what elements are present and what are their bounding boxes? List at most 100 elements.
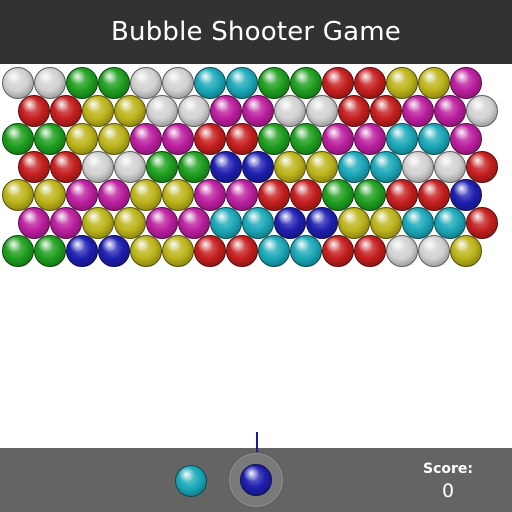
bubble-yellow xyxy=(162,235,194,267)
bubble-green xyxy=(146,151,178,183)
bubble-yellow xyxy=(450,235,482,267)
bubble-red xyxy=(290,179,322,211)
bubble-red xyxy=(322,67,354,99)
bubble-yellow xyxy=(338,207,370,239)
bubble-magenta xyxy=(194,179,226,211)
bubble-cyan xyxy=(210,207,242,239)
bubble-white xyxy=(418,235,450,267)
bubble-magenta xyxy=(98,179,130,211)
bubble-yellow xyxy=(82,95,114,127)
bubble-red xyxy=(194,123,226,155)
bubble-red xyxy=(370,95,402,127)
score-value: 0 xyxy=(441,480,455,502)
bubble-magenta xyxy=(210,95,242,127)
bubble-white xyxy=(34,67,66,99)
bubble-cyan xyxy=(386,123,418,155)
bubble-red xyxy=(354,235,386,267)
bubble-magenta xyxy=(354,123,386,155)
bubble-white xyxy=(402,151,434,183)
bubble-red xyxy=(226,123,258,155)
title-bar: Bubble Shooter Game xyxy=(0,0,512,64)
bubble-magenta xyxy=(130,123,162,155)
bubble-magenta xyxy=(146,207,178,239)
bubble-red xyxy=(226,235,258,267)
bubble-red xyxy=(354,67,386,99)
bubble-magenta xyxy=(66,179,98,211)
bubble-green xyxy=(178,151,210,183)
bubble-green xyxy=(34,235,66,267)
bubble-yellow xyxy=(66,123,98,155)
bubble-cyan xyxy=(338,151,370,183)
bubble-red xyxy=(418,179,450,211)
bubble-white xyxy=(434,151,466,183)
bubble-red xyxy=(322,235,354,267)
bubble-white xyxy=(130,67,162,99)
bubble-green xyxy=(258,67,290,99)
bubble-cyan xyxy=(194,67,226,99)
bubble-blue xyxy=(210,151,242,183)
bubble-yellow xyxy=(98,123,130,155)
bubble-red xyxy=(386,179,418,211)
bubble-yellow xyxy=(418,67,450,99)
bubble-yellow xyxy=(114,207,146,239)
bubble-green xyxy=(34,123,66,155)
bubble-yellow xyxy=(34,179,66,211)
bubble-yellow xyxy=(370,207,402,239)
bubble-magenta xyxy=(242,95,274,127)
bubble-red xyxy=(50,95,82,127)
bubble-cyan xyxy=(258,235,290,267)
game-title: Bubble Shooter Game xyxy=(111,17,401,47)
bubble-yellow xyxy=(114,95,146,127)
bubble-magenta xyxy=(434,95,466,127)
bubble-green xyxy=(2,235,34,267)
bubble-blue xyxy=(242,151,274,183)
bubble-red xyxy=(466,151,498,183)
bubble-white xyxy=(162,67,194,99)
bubble-yellow xyxy=(306,151,338,183)
bubble-red xyxy=(466,207,498,239)
bubble-cyan xyxy=(242,207,274,239)
bubble-yellow xyxy=(82,207,114,239)
bubble-green xyxy=(322,179,354,211)
bubble-green xyxy=(66,67,98,99)
bubble-green xyxy=(354,179,386,211)
bubble-white xyxy=(306,95,338,127)
bubble-yellow xyxy=(130,179,162,211)
bubble-cyan xyxy=(402,207,434,239)
bubble-white xyxy=(386,235,418,267)
bubble-cyan xyxy=(290,235,322,267)
next-bubble[interactable] xyxy=(175,465,207,497)
current-bubble[interactable] xyxy=(240,464,272,496)
bubble-magenta xyxy=(450,67,482,99)
bubble-white xyxy=(146,95,178,127)
bubble-blue xyxy=(98,235,130,267)
bubble-green xyxy=(290,67,322,99)
bubble-magenta xyxy=(226,179,258,211)
bubble-cyan xyxy=(370,151,402,183)
score-label: Score: xyxy=(423,461,473,477)
bubble-magenta xyxy=(18,207,50,239)
bubble-blue xyxy=(306,207,338,239)
bubble-red xyxy=(18,95,50,127)
bubble-yellow xyxy=(2,179,34,211)
bubble-green xyxy=(258,123,290,155)
bubble-green xyxy=(290,123,322,155)
bubble-green xyxy=(98,67,130,99)
bubble-blue xyxy=(66,235,98,267)
bubble-blue xyxy=(450,179,482,211)
bubble-cyan xyxy=(226,67,258,99)
bubble-magenta xyxy=(50,207,82,239)
bubble-cyan xyxy=(434,207,466,239)
bubble-yellow xyxy=(130,235,162,267)
bubble-red xyxy=(258,179,290,211)
game-board[interactable] xyxy=(0,64,512,448)
bubble-white xyxy=(466,95,498,127)
bubble-magenta xyxy=(450,123,482,155)
bubble-red xyxy=(18,151,50,183)
bubble-blue xyxy=(274,207,306,239)
bubble-magenta xyxy=(402,95,434,127)
bubble-yellow xyxy=(162,179,194,211)
bubble-white xyxy=(114,151,146,183)
bubble-yellow xyxy=(274,151,306,183)
bubble-red xyxy=(50,151,82,183)
